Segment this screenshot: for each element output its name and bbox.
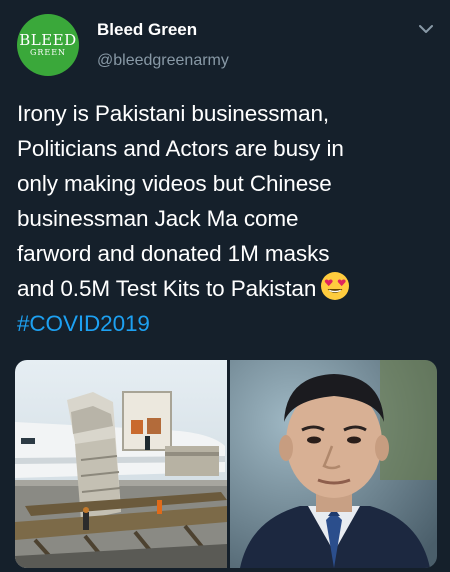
cargo-plane-illustration	[15, 360, 227, 568]
tweet-text-line: Irony is Pakistani businessman,	[17, 101, 330, 126]
tweet-text-line: businessman Jack Ma come	[17, 206, 299, 231]
avatar-logo-text-top: BLEED	[19, 31, 77, 49]
author-handle[interactable]: @bleedgreenarmy	[97, 52, 229, 70]
tweet-media[interactable]	[15, 360, 437, 568]
tweet-text: Irony is Pakistani businessman, Politici…	[17, 96, 442, 341]
jack-ma-portrait-photo[interactable]	[230, 360, 437, 568]
tweet-text-line: Politicians and Actors are busy in	[17, 136, 344, 161]
tweet-text-line: only making videos but Chinese	[17, 171, 332, 196]
avatar-logo-text-bottom: GREEN	[29, 48, 67, 57]
tweet-text-line: and 0.5M Test Kits to Pakistan	[17, 276, 317, 301]
chevron-down-icon[interactable]	[419, 24, 433, 34]
heart-eyes-emoji-icon	[321, 272, 350, 300]
cargo-plane-unloading-photo[interactable]	[15, 360, 227, 568]
tweet-text-line: farword and donated 1M masks	[17, 241, 330, 266]
author-display-name[interactable]: Bleed Green	[97, 20, 197, 40]
portrait-illustration	[230, 360, 437, 568]
avatar[interactable]: BLEED GREEN	[17, 14, 79, 76]
hashtag-link[interactable]: #COVID2019	[17, 306, 442, 341]
tweet-text-line-with-emoji: and 0.5M Test Kits to Pakistan	[17, 271, 442, 306]
